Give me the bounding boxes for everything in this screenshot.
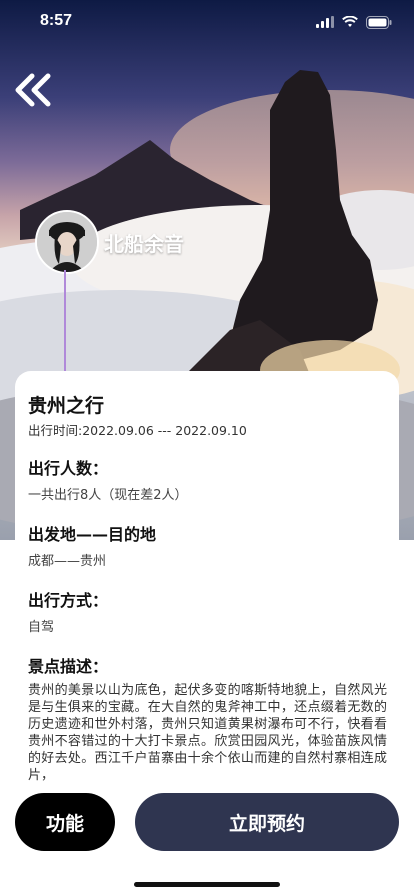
signal-icon — [316, 16, 334, 28]
book-now-button[interactable]: 立即预约 — [135, 793, 399, 851]
mode-value: 自驾 — [28, 620, 55, 635]
trip-title: 贵州之行 — [28, 395, 105, 417]
back-button[interactable] — [12, 70, 56, 110]
trip-detail-card: 贵州之行 出行时间:2022.09.06 --- 2022.09.10 出行人数… — [15, 371, 399, 801]
mode-title: 出行方式： — [28, 591, 109, 610]
status-time: 8:57 — [40, 12, 73, 29]
description-text: 贵州的美景以山为底色，起伏多变的喀斯特地貌上，自然风光是与生俱来的宝藏。在大自然… — [28, 683, 387, 783]
route-title: 出发地——目的地 — [28, 525, 157, 544]
avatar[interactable] — [35, 210, 99, 274]
wifi-icon — [342, 16, 358, 27]
home-indicator — [134, 882, 280, 887]
double-chevron-left-icon — [15, 73, 51, 107]
timeline-line — [64, 270, 66, 380]
trip-date: 出行时间:2022.09.06 --- 2022.09.10 — [28, 423, 247, 438]
status-bar: 8:57 — [0, 0, 414, 44]
battery-icon — [366, 15, 392, 29]
function-button[interactable]: 功能 — [15, 793, 115, 851]
route-value: 成都——贵州 — [28, 554, 107, 569]
description-title: 景点描述： — [28, 657, 109, 676]
status-icons — [316, 14, 392, 30]
people-title: 出行人数： — [28, 459, 109, 478]
people-value: 一共出行8人（现在差2人） — [28, 488, 188, 503]
username: 北船余音 — [104, 232, 184, 256]
